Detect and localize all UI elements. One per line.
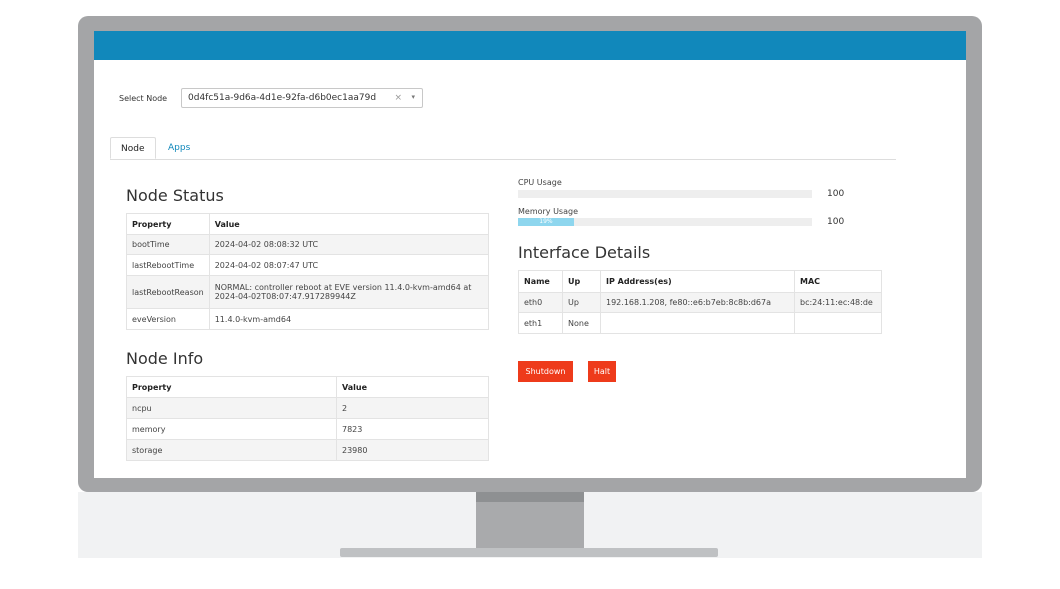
node-info-table: Property Value ncpu 2 memory 7823 storag… <box>126 376 489 461</box>
value-cell: NORMAL: controller reboot at EVE version… <box>208 275 490 309</box>
value-cell: 7823 <box>336 418 489 440</box>
property-cell: memory <box>126 418 337 440</box>
tab-bar: Node Apps <box>110 137 896 160</box>
column-header: Up <box>562 270 601 293</box>
select-node-dropdown[interactable]: 0d4fc51a-9d6a-4d1e-92fa-d6b0ec1aa79d × ▾ <box>181 88 423 108</box>
select-node-value: 0d4fc51a-9d6a-4d1e-92fa-d6b0ec1aa79d <box>188 93 377 103</box>
chevron-down-icon[interactable]: ▾ <box>411 93 415 101</box>
interface-details-title: Interface Details <box>518 243 651 262</box>
cpu-usage-value: 100 <box>827 189 845 199</box>
memory-usage-label: Memory Usage <box>518 207 579 216</box>
table-row: eveVersion 11.4.0-kvm-amd64 <box>126 308 490 330</box>
interface-details-table: Name Up IP Address(es) MAC eth0 Up 192.1… <box>518 270 882 334</box>
select-node-label: Select Node <box>119 94 168 103</box>
value-cell: 11.4.0-kvm-amd64 <box>208 308 490 330</box>
table-row: lastRebootTime 2024-04-02 08:07:47 UTC <box>126 254 490 276</box>
memory-usage-bar: 19% <box>518 218 812 226</box>
monitor-stand-neck-shadow <box>476 492 584 502</box>
value-cell: 23980 <box>336 439 489 461</box>
tab-node[interactable]: Node <box>110 137 156 159</box>
cpu-usage-bar <box>518 190 812 198</box>
clear-icon[interactable]: × <box>394 93 402 103</box>
column-header: Value <box>336 376 489 398</box>
column-header: Value <box>208 213 490 235</box>
table-row: eth1 None <box>518 312 882 334</box>
value-line: NORMAL: controller reboot at EVE version… <box>214 283 472 292</box>
node-status-table: Property Value bootTime 2024-04-02 08:08… <box>126 213 490 330</box>
property-cell: lastRebootTime <box>126 254 210 276</box>
tab-apps[interactable]: Apps <box>158 137 200 159</box>
ip-cell <box>600 312 795 334</box>
mac-cell <box>794 312 882 334</box>
halt-button[interactable]: Halt <box>588 361 616 382</box>
column-header: Property <box>126 213 210 235</box>
node-status-title: Node Status <box>126 186 224 205</box>
table-row: lastRebootReason NORMAL: controller rebo… <box>126 275 490 309</box>
shutdown-button[interactable]: Shutdown <box>518 361 573 382</box>
value-cell: 2024-04-02 08:08:32 UTC <box>208 234 490 255</box>
ip-cell: 192.168.1.208, fe80::e6:b7eb:8c8b:d67a <box>600 292 795 313</box>
table-row: memory 7823 <box>126 418 489 440</box>
value-line: 2024-04-02T08:07:47.917289944Z <box>214 292 356 301</box>
table-row: storage 23980 <box>126 439 489 461</box>
memory-usage-value: 100 <box>827 217 845 227</box>
column-header: Property <box>126 376 337 398</box>
memory-usage-fill: 19% <box>518 218 574 226</box>
column-header: IP Address(es) <box>600 270 795 293</box>
mac-cell: bc:24:11:ec:48:de <box>794 292 882 313</box>
table-row: bootTime 2024-04-02 08:08:32 UTC <box>126 234 490 255</box>
up-cell: Up <box>562 292 601 313</box>
property-cell: bootTime <box>126 234 210 255</box>
up-cell: None <box>562 312 601 334</box>
top-header-bar <box>94 31 966 60</box>
column-header: Name <box>518 270 563 293</box>
value-cell: 2024-04-02 08:07:47 UTC <box>208 254 490 276</box>
table-row: ncpu 2 <box>126 397 489 419</box>
table-header-row: Property Value <box>126 376 489 398</box>
cpu-usage-label: CPU Usage <box>518 178 562 187</box>
node-info-title: Node Info <box>126 349 204 368</box>
app-screen: Select Node 0d4fc51a-9d6a-4d1e-92fa-d6b0… <box>94 31 966 478</box>
property-cell: eveVersion <box>126 308 210 330</box>
monitor-stand-foot <box>340 548 718 557</box>
table-header-row: Property Value <box>126 213 490 235</box>
table-row: eth0 Up 192.168.1.208, fe80::e6:b7eb:8c8… <box>518 292 882 313</box>
column-header: MAC <box>794 270 882 293</box>
property-cell: ncpu <box>126 397 337 419</box>
value-cell: 2 <box>336 397 489 419</box>
table-header-row: Name Up IP Address(es) MAC <box>518 270 882 293</box>
name-cell: eth1 <box>518 312 563 334</box>
name-cell: eth0 <box>518 292 563 313</box>
property-cell: storage <box>126 439 337 461</box>
property-cell: lastRebootReason <box>126 275 210 309</box>
